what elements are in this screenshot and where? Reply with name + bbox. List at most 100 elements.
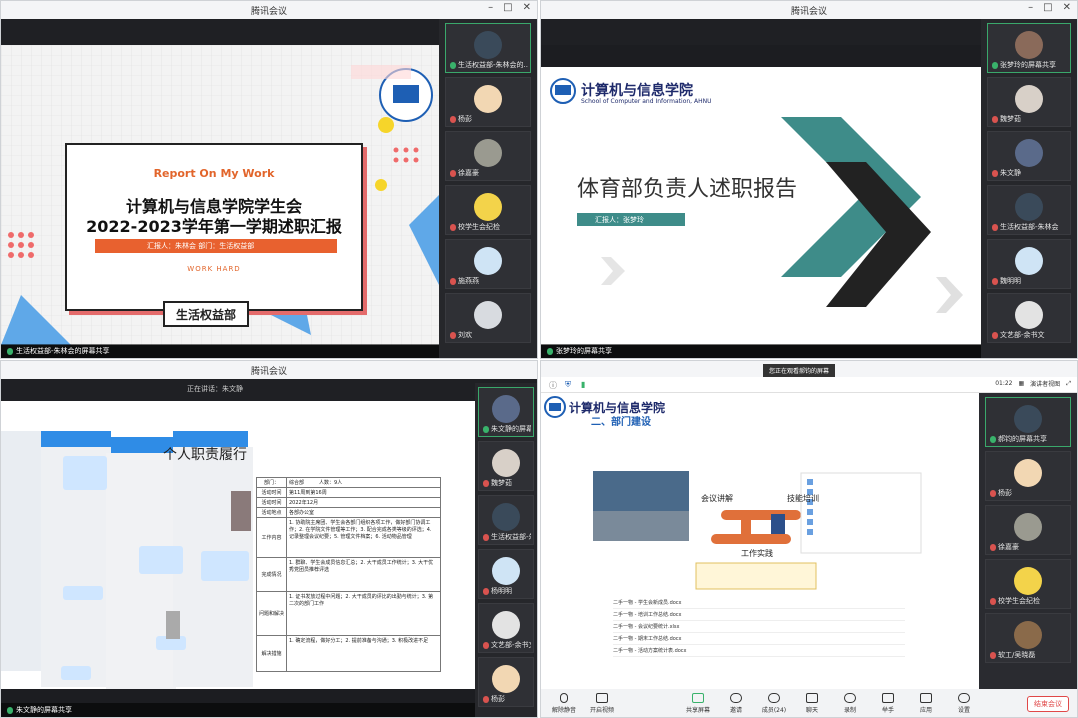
list-item[interactable]: 二手一物 - 活动方案统计表.docx [613, 645, 905, 657]
mic-muted-icon [450, 169, 456, 177]
speaking-label: 正在讲话：朱文静 [187, 385, 243, 393]
participant-name: 软工/吴晓磊 [998, 651, 1036, 659]
participant-name: 杨彭 [491, 695, 505, 703]
participant-name: 文艺部-余书文 [491, 641, 531, 649]
mic-muted-icon [992, 169, 998, 177]
participant-tile[interactable]: 生活权益部-朱林会 [987, 185, 1071, 235]
table-row: 完成情况 1. 群聊、学生会成员信息汇总；2. 大干成员工作统计；3. 大干优秀党… [256, 557, 441, 592]
settings-button[interactable]: 设置 [945, 692, 983, 714]
view-mode-label[interactable]: 演讲者视图 [1030, 379, 1060, 388]
participant-tile[interactable]: 魏梦茹 [987, 77, 1071, 127]
participant-tile[interactable]: 郝钧的屏幕共享 [985, 397, 1071, 447]
apps-button[interactable]: 应用 [907, 692, 945, 714]
participant-tile[interactable]: 刘欢 [445, 293, 531, 343]
participant-tile[interactable]: 朱文静的屏幕共享 [478, 387, 534, 437]
share-screen-button[interactable]: 共享屏幕 [679, 692, 717, 714]
maximize-icon[interactable]: □ [503, 2, 512, 13]
meeting-toolbar: 解除静音 开启视频 共享屏幕 邀请 成员(24) 聊天 录制 举手 应用 设置 … [541, 689, 1077, 717]
invite-button[interactable]: 邀请 [717, 692, 755, 714]
mic-muted-icon [990, 651, 996, 659]
mic-muted-icon [450, 277, 456, 285]
participant-tile[interactable]: 校学生会纪检 [985, 559, 1071, 609]
signal-icon: ▮ [581, 380, 586, 389]
participant-tile[interactable]: 文艺部-余书文 [478, 603, 534, 653]
table-cell: 部门： [256, 477, 287, 488]
participant-tile[interactable]: 魏梦茹 [478, 441, 534, 491]
table-row: 工作内容 1. 协助院主席团、学生会各部门组织各项工作，做好部门协调工作；2. 在… [256, 517, 441, 558]
participant-tile[interactable]: 杨明明 [478, 549, 534, 599]
participant-name: 刘欢 [458, 331, 472, 339]
record-button[interactable]: 录制 [831, 692, 869, 714]
participant-list: 张梦玲的屏幕共享 魏梦茹 朱文静 生活权益部-朱林会 魏明明 文艺部-余书文 [981, 19, 1077, 358]
mic-muted-icon [483, 695, 489, 703]
reporter-chip: 汇报人：张梦玲 [577, 213, 685, 226]
participant-name: 张梦玲的屏幕共享 [1000, 61, 1056, 69]
minimize-icon[interactable]: – [1028, 2, 1033, 13]
minimize-icon[interactable]: – [488, 2, 493, 13]
list-item[interactable]: 二手一物 - 培训工作总结.docx [613, 609, 905, 621]
grid-icon[interactable]: ▦ [1019, 380, 1025, 387]
slide-heading: 个人职责履行 [163, 447, 247, 463]
participant-tile[interactable]: 杨彭 [478, 657, 534, 707]
participant-tile[interactable]: 生活权益部-朱林会 [478, 495, 534, 545]
avatar [1014, 513, 1042, 541]
maximize-icon[interactable]: □ [1043, 2, 1052, 13]
video-button[interactable]: 开启视频 [583, 692, 621, 714]
label-meeting: 会议讲解 [701, 494, 733, 503]
mic-icon [483, 425, 489, 433]
end-meeting-button[interactable]: 结束会议 [1027, 696, 1069, 712]
mic-icon [560, 692, 568, 703]
members-button[interactable]: 成员(24) [755, 692, 793, 714]
avatar [474, 139, 502, 167]
close-icon[interactable]: ✕ [523, 2, 531, 13]
participant-tile[interactable]: 魏明明 [987, 239, 1071, 289]
participant-tile[interactable]: 施燕燕 [445, 239, 531, 289]
list-item[interactable]: 二手一物 - 学生会新成员.docx [613, 597, 905, 609]
participant-name: 杨明明 [491, 587, 512, 595]
table-row: 问题和解决 1. 证书发放过程中问题；2. 大干成员的评比的出勤与统计；3. 第二… [256, 591, 441, 636]
avatar [1015, 31, 1043, 59]
participant-tile[interactable]: 校学生会纪检 [445, 185, 531, 235]
participant-tile[interactable]: 朱文静 [987, 131, 1071, 181]
raise-hand-button[interactable]: 举手 [869, 692, 907, 714]
list-item[interactable]: 二手一物 - 会议纪要统计.xlsx [613, 621, 905, 633]
participant-tile[interactable]: 徐嘉豪 [445, 131, 531, 181]
mic-icon [547, 347, 553, 355]
participant-tile[interactable]: 杨彭 [445, 77, 531, 127]
avatar [492, 611, 520, 639]
chat-button[interactable]: 聊天 [793, 692, 831, 714]
mic-icon [450, 61, 456, 69]
participant-tile[interactable]: 张梦玲的屏幕共享 [987, 23, 1071, 73]
mic-muted-icon [483, 641, 489, 649]
duty-table: 部门： 综合部 人数：9人 活动时间 第11周到第16周 活动时间 2022年12月… [256, 477, 441, 672]
unmute-button[interactable]: 解除静音 [545, 692, 583, 714]
shared-slide: 个人职责履行 部门： 综合部 人数：9人 活动时间 第11周到第16周 活动时间 2… [1, 401, 475, 689]
participant-name: 朱文静 [1000, 169, 1021, 177]
participant-name: 生活权益部-朱林会 [491, 533, 531, 541]
screen-share-icon [692, 692, 704, 703]
participant-tile[interactable]: 杨彭 [985, 451, 1071, 501]
info-icon[interactable]: ⓘ [549, 380, 557, 391]
participant-tile[interactable]: 徐嘉豪 [985, 505, 1071, 555]
avatar [492, 557, 520, 585]
shield-icon[interactable]: ⛨ [565, 380, 571, 390]
members-icon [768, 692, 780, 703]
fullscreen-icon[interactable]: ⤢ [1066, 380, 1071, 388]
shared-slide: 计算机与信息学院 二、部门建设 会议讲解 技能培训 工作实践 二手一物 - 学生… [541, 393, 979, 689]
window-title: 腾讯会议 [250, 6, 287, 17]
mic-muted-icon [990, 543, 996, 551]
hand-icon [882, 692, 894, 703]
participant-tile[interactable]: 生活权益部-朱林会的... [445, 23, 531, 73]
close-icon[interactable]: ✕ [1063, 2, 1071, 13]
participant-name: 校学生会纪检 [458, 223, 500, 231]
participant-name: 魏明明 [1000, 277, 1021, 285]
mic-muted-icon [990, 597, 996, 605]
list-item[interactable]: 二手一物 - 期末工作总结.docx [613, 633, 905, 645]
mic-icon [992, 61, 998, 69]
participant-tile[interactable]: 文艺部-余书文 [987, 293, 1071, 343]
mic-muted-icon [992, 115, 998, 123]
participant-tile[interactable]: 软工/吴晓磊 [985, 613, 1071, 663]
watching-banner: 您正在观看郝钧的屏幕 [763, 364, 836, 377]
avatar [474, 247, 502, 275]
participant-name: 徐嘉豪 [458, 169, 479, 177]
